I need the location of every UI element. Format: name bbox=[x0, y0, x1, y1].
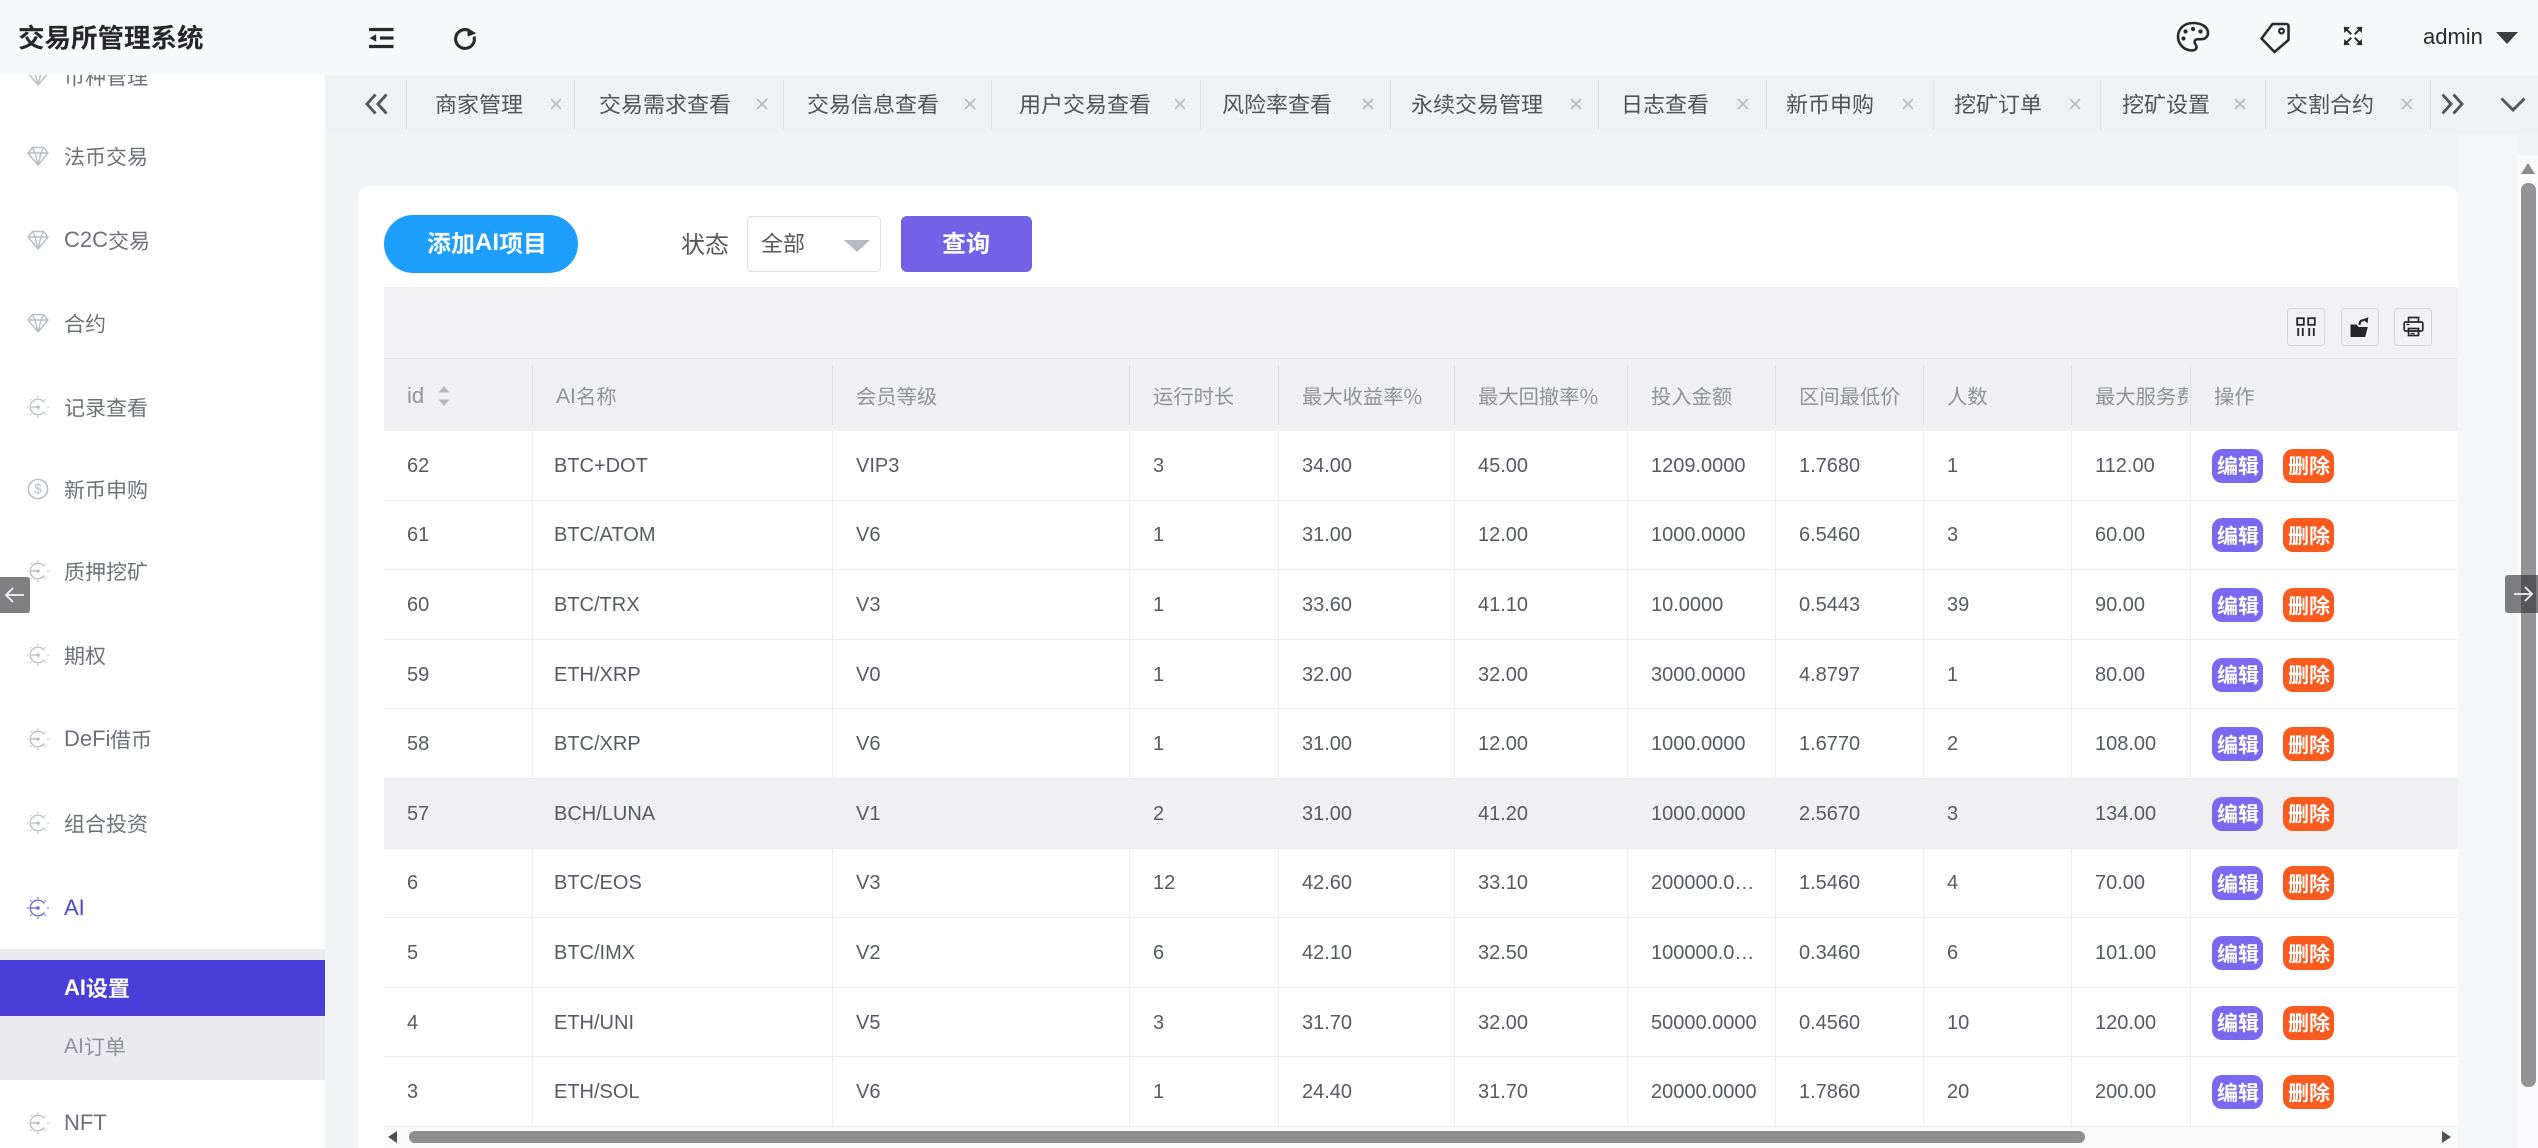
svg-text:$: $ bbox=[34, 482, 42, 497]
